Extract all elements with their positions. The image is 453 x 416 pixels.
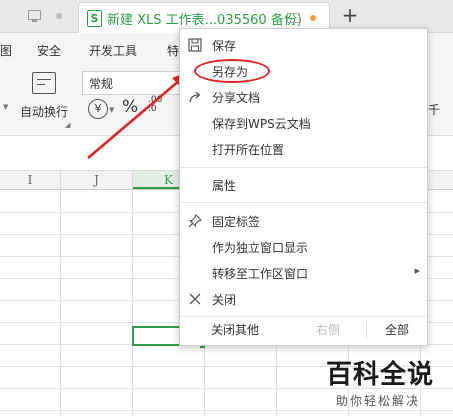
menu-item-label: 作为独立窗口显示: [212, 241, 309, 255]
menu-item-move-to-workspace[interactable]: 转移至工作区窗口 ▶: [180, 260, 427, 286]
share-icon: [189, 91, 201, 103]
watermark-logo: 百科全说 助你轻松解决: [318, 354, 453, 416]
menu-item-label: 打开所在位置: [212, 143, 285, 157]
menu-item-properties[interactable]: 属性: [180, 172, 427, 198]
close-right-button[interactable]: 右侧: [298, 317, 358, 343]
close-all-button[interactable]: 全部: [367, 317, 427, 343]
menu-item-label: 属性: [212, 179, 237, 193]
submenu-arrow-icon: ▶: [414, 267, 420, 275]
menu-row-close-others: 关闭其他 右侧 全部: [180, 317, 427, 343]
menu-item-label: 保存到WPS云文档: [212, 117, 311, 131]
close-others-button[interactable]: 关闭其他: [180, 317, 290, 343]
menu-item-share[interactable]: 分享文档: [180, 84, 427, 110]
watermark-title: 百科全说: [326, 360, 435, 390]
menu-item-close[interactable]: 关闭: [180, 286, 427, 312]
watermark-subtitle: 助你轻松解决: [336, 394, 421, 408]
menu-item-label: 关闭: [212, 293, 237, 307]
close-icon: [189, 293, 201, 305]
menu-item-pin-tab[interactable]: 固定标签: [180, 208, 427, 234]
save-icon: [188, 38, 202, 52]
menu-item-label: 固定标签: [212, 215, 261, 229]
menu-item-label: 分享文档: [212, 91, 261, 105]
menu-item-save[interactable]: 保存: [180, 32, 427, 58]
menu-item-label: 保存: [212, 39, 237, 53]
menu-item-open-location[interactable]: 打开所在位置: [180, 136, 427, 162]
menu-separator: [180, 202, 427, 203]
pin-icon: [188, 214, 202, 228]
menu-item-label: 转移至工作区窗口: [212, 267, 309, 281]
menu-item-separate-window[interactable]: 作为独立窗口显示: [180, 234, 427, 260]
menu-item-save-to-cloud[interactable]: 保存到WPS云文档: [180, 110, 427, 136]
annotation-highlight-oval: [194, 59, 270, 83]
menu-separator: [180, 167, 427, 168]
